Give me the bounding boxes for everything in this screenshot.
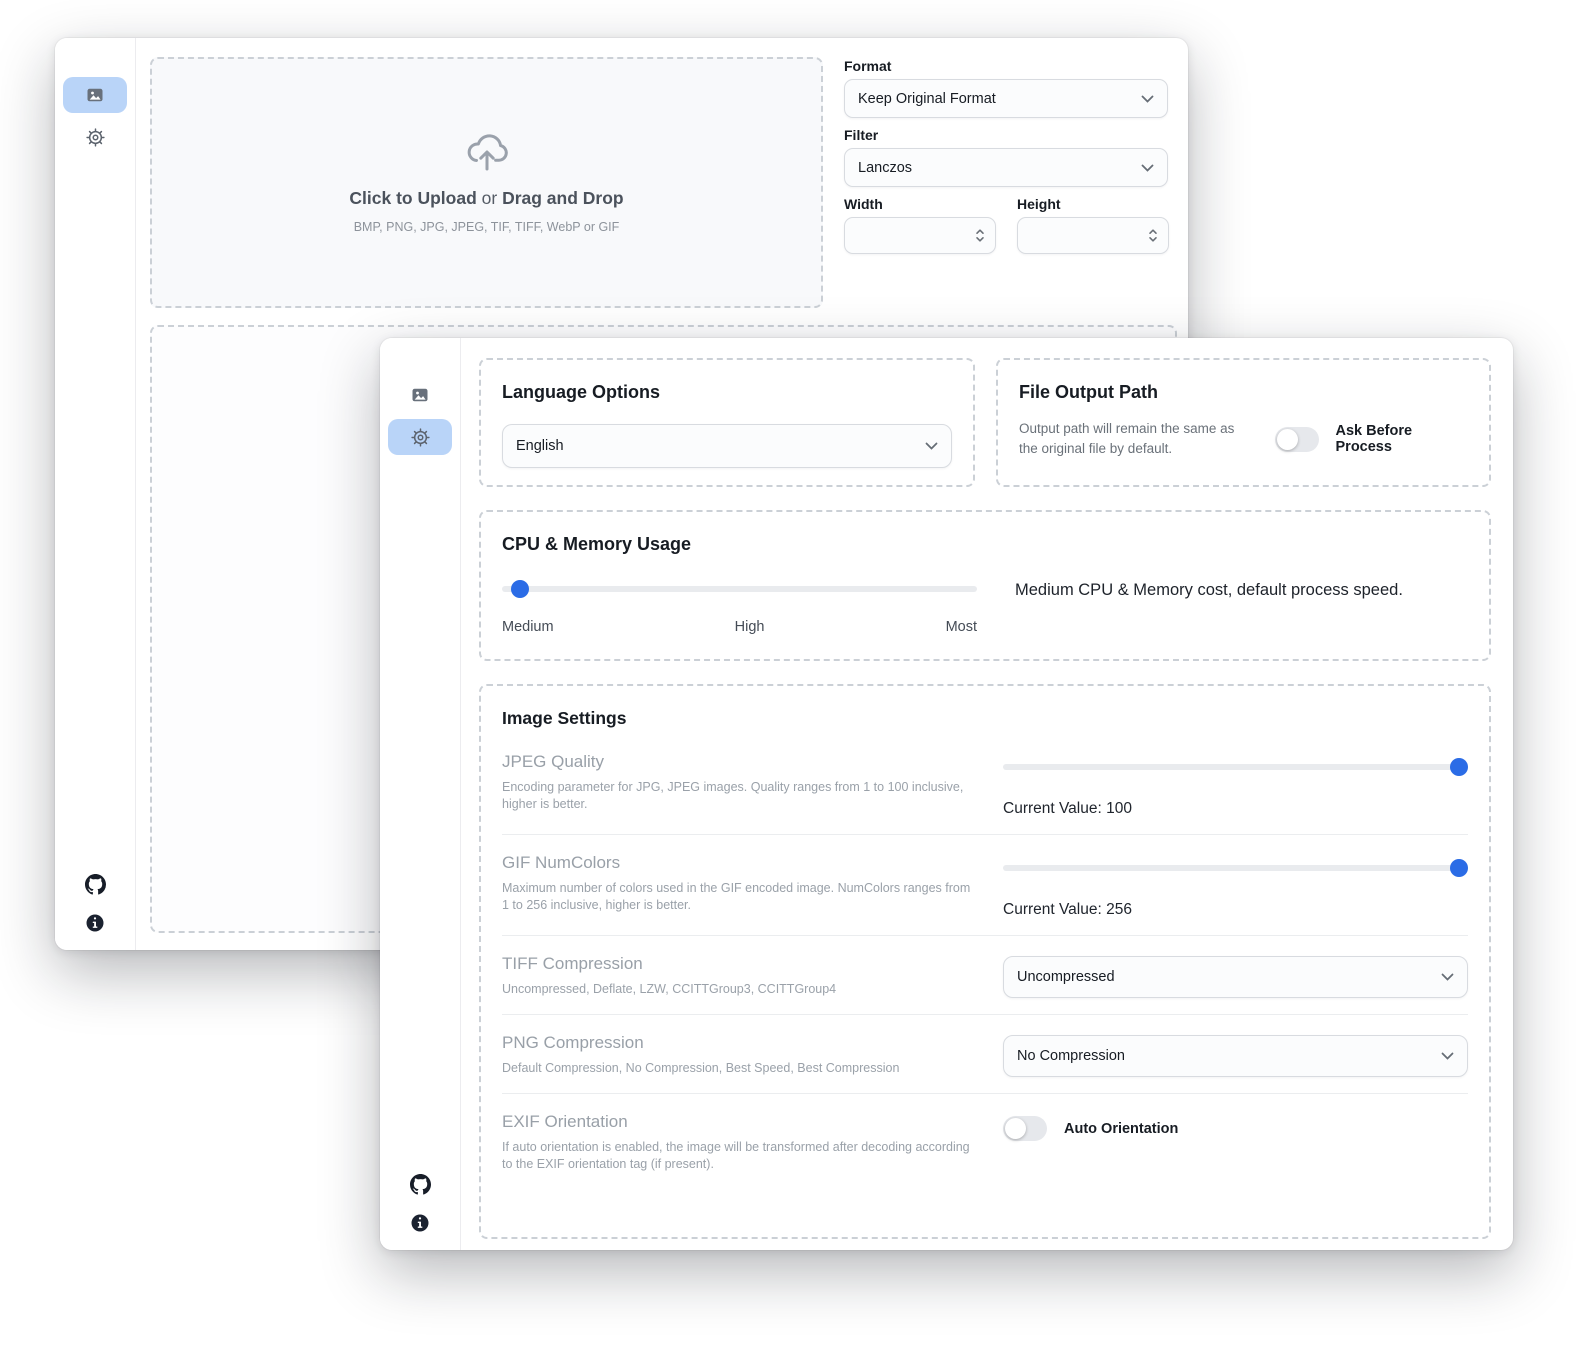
- png-compression-row: PNG Compression Default Compression, No …: [502, 1014, 1468, 1093]
- chevron-down-icon: [1141, 95, 1154, 103]
- filter-select[interactable]: Lanczos: [844, 148, 1168, 187]
- auto-orientation-toggle[interactable]: [1003, 1116, 1047, 1141]
- format-value: Keep Original Format: [858, 91, 996, 107]
- cloud-upload-icon: [463, 132, 511, 174]
- chevron-down-icon: [1441, 973, 1454, 981]
- info-icon: [410, 1213, 430, 1233]
- filter-label: Filter: [844, 127, 878, 143]
- exif-orientation-description: If auto orientation is enabled, the imag…: [502, 1139, 973, 1173]
- dropzone-title-drag: Drag and Drop: [502, 188, 624, 208]
- gif-numcolors-title: GIF NumColors: [502, 853, 973, 873]
- cpu-slider[interactable]: [502, 580, 977, 598]
- jpeg-quality-title: JPEG Quality: [502, 752, 973, 772]
- toggle-knob: [1005, 1118, 1026, 1139]
- slider-track[interactable]: [1003, 764, 1468, 770]
- chevron-down-icon: [1441, 1052, 1454, 1060]
- gif-numcolors-slider[interactable]: [1003, 859, 1468, 877]
- slider-track[interactable]: [1003, 865, 1468, 871]
- height-field[interactable]: [1028, 217, 1148, 254]
- image-icon: [410, 385, 430, 405]
- height-label: Height: [1017, 196, 1061, 212]
- exif-orientation-title: EXIF Orientation: [502, 1112, 973, 1132]
- info-button[interactable]: [55, 913, 135, 933]
- tiff-compression-select[interactable]: Uncompressed: [1003, 956, 1468, 998]
- width-field[interactable]: [855, 217, 975, 254]
- sidebar: [380, 338, 461, 1250]
- format-label: Format: [844, 58, 891, 74]
- width-input[interactable]: [844, 217, 996, 254]
- exif-orientation-row: EXIF Orientation If auto orientation is …: [502, 1093, 1468, 1189]
- sidebar: [55, 38, 136, 950]
- github-icon: [85, 874, 106, 895]
- dropzone-title-click: Click to Upload: [349, 188, 476, 208]
- sidebar-item-images[interactable]: [388, 377, 452, 413]
- tiff-compression-description: Uncompressed, Deflate, LZW, CCITTGroup3,…: [502, 981, 973, 998]
- tiff-compression-row: TIFF Compression Uncompressed, Deflate, …: [502, 935, 1468, 1014]
- image-settings-title: Image Settings: [502, 708, 1468, 729]
- language-value: English: [516, 438, 564, 454]
- settings-window: Language Options English File Output Pat…: [380, 338, 1513, 1250]
- cpu-memory-title: CPU & Memory Usage: [502, 534, 1468, 555]
- gear-icon: [410, 427, 431, 448]
- cpu-label-high: High: [735, 619, 765, 635]
- jpeg-quality-slider[interactable]: [1003, 758, 1468, 776]
- output-path-description: Output path will remain the same as the …: [1019, 419, 1240, 459]
- dropzone-title-or: or: [477, 188, 502, 208]
- png-compression-title: PNG Compression: [502, 1033, 973, 1053]
- png-compression-description: Default Compression, No Compression, Bes…: [502, 1060, 973, 1077]
- width-label: Width: [844, 196, 883, 212]
- file-output-path-card: File Output Path Output path will remain…: [996, 358, 1491, 487]
- ask-before-process-label: Ask Before Process: [1336, 423, 1469, 455]
- upload-dropzone[interactable]: Click to Upload or Drag and Drop BMP, PN…: [150, 57, 823, 308]
- chevron-down-icon: [1141, 164, 1154, 172]
- chevron-down-icon: [925, 442, 938, 450]
- jpeg-quality-current-value: Current Value: 100: [1003, 800, 1468, 818]
- tiff-compression-title: TIFF Compression: [502, 954, 973, 974]
- auto-orientation-label: Auto Orientation: [1064, 1121, 1178, 1137]
- info-icon: [85, 913, 105, 933]
- slider-track[interactable]: [502, 586, 977, 592]
- language-select[interactable]: English: [502, 424, 952, 468]
- slider-thumb[interactable]: [1450, 859, 1468, 877]
- toggle-knob: [1277, 429, 1298, 450]
- gif-numcolors-description: Maximum number of colors used in the GIF…: [502, 880, 973, 914]
- png-compression-select[interactable]: No Compression: [1003, 1035, 1468, 1077]
- tiff-compression-value: Uncompressed: [1017, 969, 1115, 985]
- stepper-icon[interactable]: [1148, 228, 1158, 243]
- stepper-icon[interactable]: [975, 228, 985, 243]
- gif-numcolors-current-value: Current Value: 256: [1003, 901, 1468, 919]
- height-input[interactable]: [1017, 217, 1169, 254]
- gif-numcolors-row: GIF NumColors Maximum number of colors u…: [502, 834, 1468, 935]
- cpu-slider-labels: Medium High Most: [502, 619, 977, 635]
- github-button[interactable]: [380, 1174, 460, 1195]
- dropzone-formats: BMP, PNG, JPG, JPEG, TIF, TIFF, WebP or …: [354, 220, 620, 234]
- language-options-card: Language Options English: [479, 358, 975, 487]
- cpu-label-most: Most: [946, 619, 977, 635]
- info-button[interactable]: [380, 1213, 460, 1233]
- filter-value: Lanczos: [858, 160, 912, 176]
- slider-thumb[interactable]: [1450, 758, 1468, 776]
- format-select[interactable]: Keep Original Format: [844, 79, 1168, 118]
- file-output-path-title: File Output Path: [1019, 382, 1468, 403]
- cpu-memory-card: CPU & Memory Usage Medium High Most Medi…: [479, 510, 1491, 661]
- language-options-title: Language Options: [502, 382, 952, 403]
- github-button[interactable]: [55, 874, 135, 895]
- gear-icon: [85, 127, 106, 148]
- sidebar-item-settings[interactable]: [388, 419, 452, 455]
- sidebar-item-images[interactable]: [63, 77, 127, 113]
- cpu-status-text: Medium CPU & Memory cost, default proces…: [1015, 581, 1403, 600]
- cpu-label-medium: Medium: [502, 619, 554, 635]
- github-icon: [410, 1174, 431, 1195]
- slider-thumb[interactable]: [511, 580, 529, 598]
- jpeg-quality-row: JPEG Quality Encoding parameter for JPG,…: [502, 734, 1468, 834]
- jpeg-quality-description: Encoding parameter for JPG, JPEG images.…: [502, 779, 973, 813]
- sidebar-item-settings[interactable]: [63, 119, 127, 155]
- png-compression-value: No Compression: [1017, 1048, 1125, 1064]
- dropzone-title: Click to Upload or Drag and Drop: [349, 188, 623, 209]
- image-settings-card: Image Settings JPEG Quality Encoding par…: [479, 684, 1491, 1239]
- image-icon: [85, 85, 105, 105]
- ask-before-process-toggle[interactable]: [1275, 427, 1319, 452]
